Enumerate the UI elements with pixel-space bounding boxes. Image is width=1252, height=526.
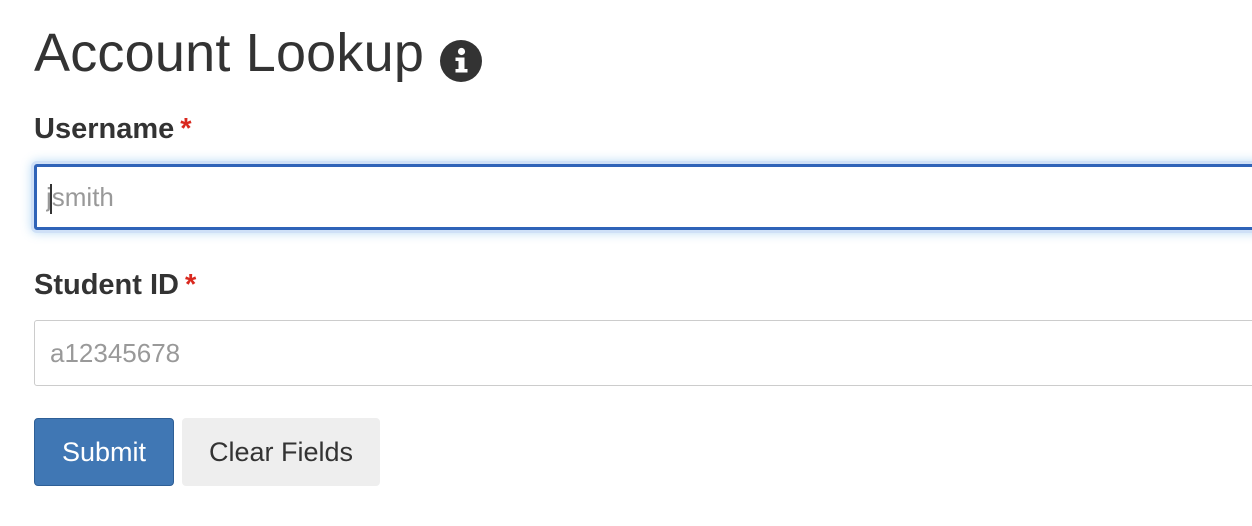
page-title-text: Account Lookup [34,23,425,83]
username-input[interactable] [34,164,1252,230]
student-id-input[interactable] [34,320,1252,386]
text-caret [50,184,52,214]
required-indicator: * [185,269,197,301]
info-circle-icon[interactable] [440,33,483,82]
username-label: Username * [34,112,192,146]
submit-button[interactable]: Submit [34,418,174,486]
username-label-text: Username [34,113,175,145]
student-id-label-text: Student ID [34,269,179,301]
clear-fields-button[interactable]: Clear Fields [182,418,380,486]
student-id-label: Student ID * [34,268,196,302]
page-title: Account Lookup [34,22,483,84]
required-indicator: * [180,113,192,145]
